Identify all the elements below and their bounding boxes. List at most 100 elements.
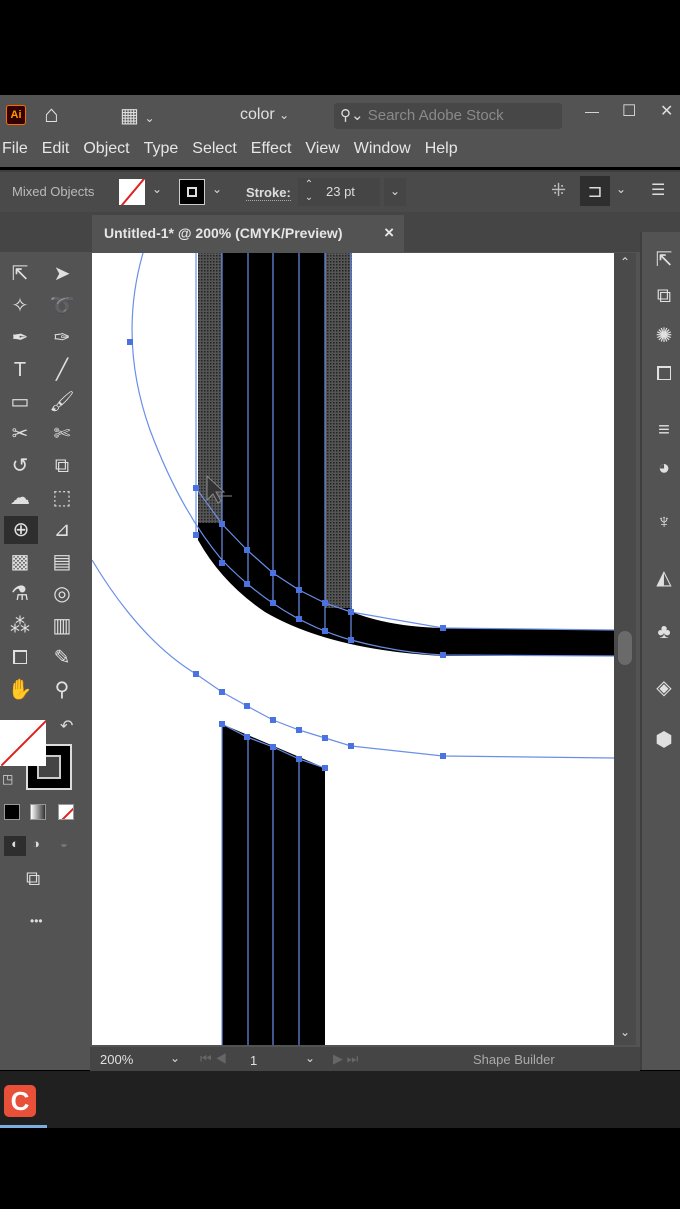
transparency-panel-icon[interactable]: ◕ bbox=[650, 454, 678, 482]
taskbar: C bbox=[0, 1071, 680, 1128]
none-mode-icon[interactable] bbox=[58, 804, 74, 820]
artboard-dropdown[interactable]: ⌄ bbox=[305, 1051, 315, 1065]
gradient-mode-icon[interactable] bbox=[30, 804, 46, 820]
arrange-documents-icon[interactable]: ▦ ⌄ bbox=[120, 103, 155, 128]
export-icon[interactable]: ⇱ bbox=[650, 246, 678, 274]
close-window-button[interactable]: ✕ bbox=[660, 101, 673, 121]
stroke-weight-dropdown[interactable]: ⌄ bbox=[384, 178, 406, 206]
selection-tool-icon[interactable]: ⇱ bbox=[6, 260, 34, 288]
blend-tool-icon[interactable]: ◎ bbox=[48, 580, 76, 608]
color-guide-icon[interactable]: ✺ bbox=[650, 322, 678, 350]
scroll-down-icon[interactable]: ⌄ bbox=[620, 1025, 630, 1039]
shape-builder-tool-icon[interactable]: ⊕ bbox=[4, 516, 38, 544]
menu-select[interactable]: Select bbox=[192, 140, 236, 158]
draw-behind-icon[interactable]: ◑ bbox=[32, 836, 40, 851]
document-tab[interactable]: Untitled-1* @ 200% (CMYK/Preview) × bbox=[92, 215, 404, 252]
direct-selection-tool-icon[interactable]: ➤ bbox=[48, 260, 76, 288]
3d-panel-icon[interactable]: ⬢ bbox=[650, 726, 678, 754]
hatched-strip-right bbox=[325, 253, 352, 608]
next-artboard-icon[interactable]: ▶ ⏭ bbox=[333, 1051, 358, 1067]
artboard-number[interactable]: 1 bbox=[250, 1053, 257, 1068]
paintbrush-tool-icon[interactable]: 🖌 bbox=[48, 388, 76, 416]
layers-panel-icon[interactable]: ◈ bbox=[650, 674, 678, 702]
fill-color-box[interactable] bbox=[0, 720, 46, 766]
stroke-label[interactable]: Stroke: bbox=[246, 185, 291, 201]
menu-type[interactable]: Type bbox=[144, 140, 179, 158]
align-icon[interactable]: ⁜ bbox=[551, 180, 566, 201]
swap-colors-icon[interactable]: ↶ bbox=[60, 716, 73, 736]
draw-normal-icon[interactable]: ◐ bbox=[4, 836, 26, 856]
scroll-thumb[interactable] bbox=[618, 631, 632, 665]
toolbar: ⇱ ➤ ✧ ➰ ✒ ✑ T ╱ ▭ 🖌 ✂ ✄ ↺ ⧉ ☁ ⬚ ⊕ ⊿ ▩ ▤ … bbox=[0, 252, 90, 1070]
magic-wand-tool-icon[interactable]: ✧ bbox=[6, 292, 34, 320]
zoom-dropdown[interactable]: ⌄ bbox=[170, 1051, 180, 1065]
menu-window[interactable]: Window bbox=[354, 140, 411, 158]
zoom-level[interactable]: 200% bbox=[100, 1052, 133, 1067]
minimize-button[interactable]: — bbox=[585, 103, 599, 119]
close-tab-icon[interactable]: × bbox=[384, 223, 394, 243]
free-transform-tool-icon[interactable]: ⬚ bbox=[48, 484, 76, 512]
status-bar: 200% ⌄ ⏮ ◀ 1 ⌄ ▶ ⏭ Shape Builder bbox=[90, 1047, 640, 1071]
first-artboard-icon[interactable]: ⏮ ◀ bbox=[200, 1051, 227, 1067]
panel-dock: ⇱ ⧉ ✺ ⧠ ≡ ◕ ♆ ◭ ♣ ◈ ⬢ bbox=[640, 232, 680, 1070]
menu-object[interactable]: Object bbox=[83, 140, 129, 158]
shaper-tool-icon[interactable]: ✂ bbox=[6, 420, 34, 448]
workspace-switcher[interactable]: color ⌄ bbox=[240, 106, 289, 124]
home-icon[interactable]: ⌂ bbox=[44, 101, 59, 129]
menu-effect[interactable]: Effect bbox=[251, 140, 292, 158]
vertical-scrollbar[interactable]: ⌃ ⌄ bbox=[614, 253, 636, 1045]
stroke-weight-input[interactable]: 23 pt bbox=[320, 178, 380, 206]
stroke-dropdown[interactable]: ⌄ bbox=[212, 182, 222, 196]
lasso-tool-icon[interactable]: ➰ bbox=[48, 292, 76, 320]
draw-inside-icon[interactable]: ◒ bbox=[60, 836, 68, 851]
maximize-button[interactable]: ☐ bbox=[622, 101, 636, 121]
stroke-stepper[interactable]: ⌃ ⌄ bbox=[298, 178, 320, 206]
puppet-icon[interactable]: ♆ bbox=[650, 508, 678, 536]
zoom-tool-icon[interactable]: ⚲ bbox=[48, 676, 76, 704]
default-colors-icon[interactable]: ◳ bbox=[2, 772, 13, 786]
hand-tool-icon[interactable]: ✋ bbox=[6, 676, 34, 704]
edit-toolbar-button[interactable]: ••• bbox=[30, 914, 43, 928]
panel-menu-icon[interactable]: ☰ bbox=[651, 180, 665, 200]
upper-black-shape bbox=[198, 253, 614, 656]
type-tool-icon[interactable]: T bbox=[6, 356, 34, 384]
menu-file[interactable]: File bbox=[2, 140, 28, 158]
artboards-panel-icon[interactable]: ⧠ bbox=[650, 360, 678, 388]
artboard[interactable] bbox=[92, 253, 614, 1045]
column-graph-tool-icon[interactable]: ▥ bbox=[48, 612, 76, 640]
stock-search-input[interactable]: ⚲⌄ Search Adobe Stock bbox=[334, 103, 562, 129]
screen-mode-icon[interactable]: ⧉ bbox=[26, 868, 40, 891]
workspace-label: color bbox=[240, 106, 275, 123]
transform-icon[interactable]: ⊐ bbox=[580, 176, 610, 206]
pen-tool-icon[interactable]: ✒ bbox=[6, 324, 34, 352]
mesh-tool-icon[interactable]: ▩ bbox=[6, 548, 34, 576]
symbol-sprayer-tool-icon[interactable]: ⁂ bbox=[6, 612, 34, 640]
transform-panel-icon[interactable]: ⧉ bbox=[650, 282, 678, 310]
color-mode-icon[interactable] bbox=[4, 804, 20, 820]
scale-tool-icon[interactable]: ⧉ bbox=[48, 452, 76, 480]
rectangle-tool-icon[interactable]: ▭ bbox=[6, 388, 34, 416]
gradient-tool-icon[interactable]: ▤ bbox=[48, 548, 76, 576]
symbols-panel-icon[interactable]: ♣ bbox=[650, 618, 678, 646]
menu-view[interactable]: View bbox=[305, 140, 339, 158]
transform-dropdown[interactable]: ⌄ bbox=[616, 182, 626, 196]
gradient-panel-icon[interactable]: ◭ bbox=[650, 564, 678, 592]
fill-dropdown[interactable]: ⌄ bbox=[152, 182, 162, 196]
stroke-swatch[interactable] bbox=[179, 179, 205, 205]
curvature-tool-icon[interactable]: ✑ bbox=[48, 324, 76, 352]
menu-edit[interactable]: Edit bbox=[42, 140, 70, 158]
stroke-panel-icon[interactable]: ≡ bbox=[650, 416, 678, 444]
menu-help[interactable]: Help bbox=[425, 140, 458, 158]
artboard-tool-icon[interactable]: ⧠ bbox=[6, 644, 34, 672]
rotate-tool-icon[interactable]: ↺ bbox=[6, 452, 34, 480]
warp-tool-icon[interactable]: ☁ bbox=[6, 484, 34, 512]
scissors-tool-icon[interactable]: ✄ bbox=[48, 420, 76, 448]
perspective-grid-tool-icon[interactable]: ⊿ bbox=[48, 516, 76, 544]
line-tool-icon[interactable]: ╱ bbox=[48, 356, 76, 384]
slice-tool-icon[interactable]: ✎ bbox=[48, 644, 76, 672]
fill-swatch[interactable] bbox=[119, 179, 145, 205]
camtasia-app-icon[interactable]: C bbox=[4, 1085, 36, 1117]
scroll-up-icon[interactable]: ⌃ bbox=[620, 255, 630, 269]
menu-bar: File Edit Object Type Select Effect View Window… bbox=[0, 135, 680, 167]
eyedropper-tool-icon[interactable]: ⚗ bbox=[6, 580, 34, 608]
